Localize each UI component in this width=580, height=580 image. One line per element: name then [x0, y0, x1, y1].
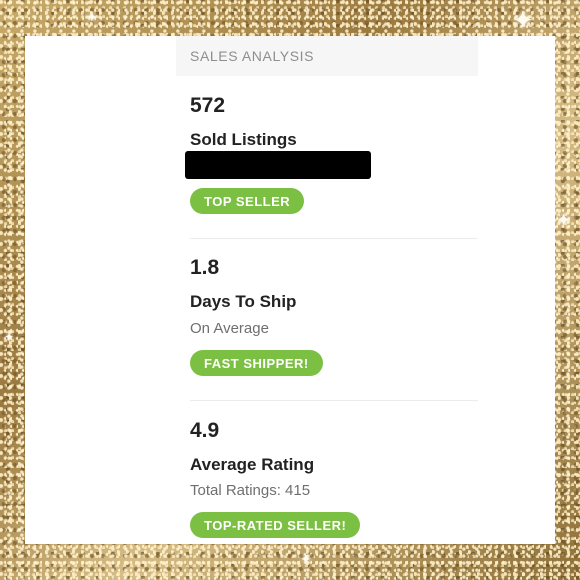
sparkle-icon: ✦ [512, 6, 534, 36]
sales-analysis-card: SALES ANALYSIS 572 Sold Listings TOP SEL… [25, 36, 555, 544]
sold-listings-label: Sold Listings [190, 130, 297, 149]
days-to-ship-value: 1.8 [190, 256, 220, 279]
metric-average-rating: 4.9 Average Rating Total Ratings: 415 TO… [190, 419, 478, 544]
sparkle-icon: ✦ [86, 10, 98, 26]
days-to-ship-sub: On Average [190, 320, 269, 337]
sparkle-icon: ✦ [300, 552, 312, 568]
fast-shipper-badge: FAST SHIPPER! [190, 350, 323, 376]
panel-title: SALES ANALYSIS [190, 48, 315, 64]
top-seller-badge: TOP SELLER [190, 188, 305, 214]
days-to-ship-label: Days To Ship [190, 292, 297, 311]
total-ratings-text: Total Ratings: 415 [190, 482, 311, 499]
average-rating-label: Average Rating [190, 455, 315, 474]
redaction-bar [185, 151, 371, 179]
sparkle-icon: ✦ [556, 210, 572, 231]
sold-listings-value: 572 [190, 94, 226, 117]
section-divider [190, 400, 478, 401]
sales-analysis-panel: SALES ANALYSIS 572 Sold Listings TOP SEL… [176, 36, 478, 544]
sparkle-icon: ✦ [4, 330, 15, 344]
top-rated-seller-badge: TOP-RATED SELLER! [190, 512, 361, 538]
metric-days-to-ship: 1.8 Days To Ship On Average FAST SHIPPER… [190, 256, 478, 396]
average-rating-value: 4.9 [190, 419, 220, 442]
section-divider [190, 238, 478, 239]
panel-header: SALES ANALYSIS [176, 36, 478, 76]
metric-sold-listings: 572 Sold Listings TOP SELLER [185, 94, 478, 234]
